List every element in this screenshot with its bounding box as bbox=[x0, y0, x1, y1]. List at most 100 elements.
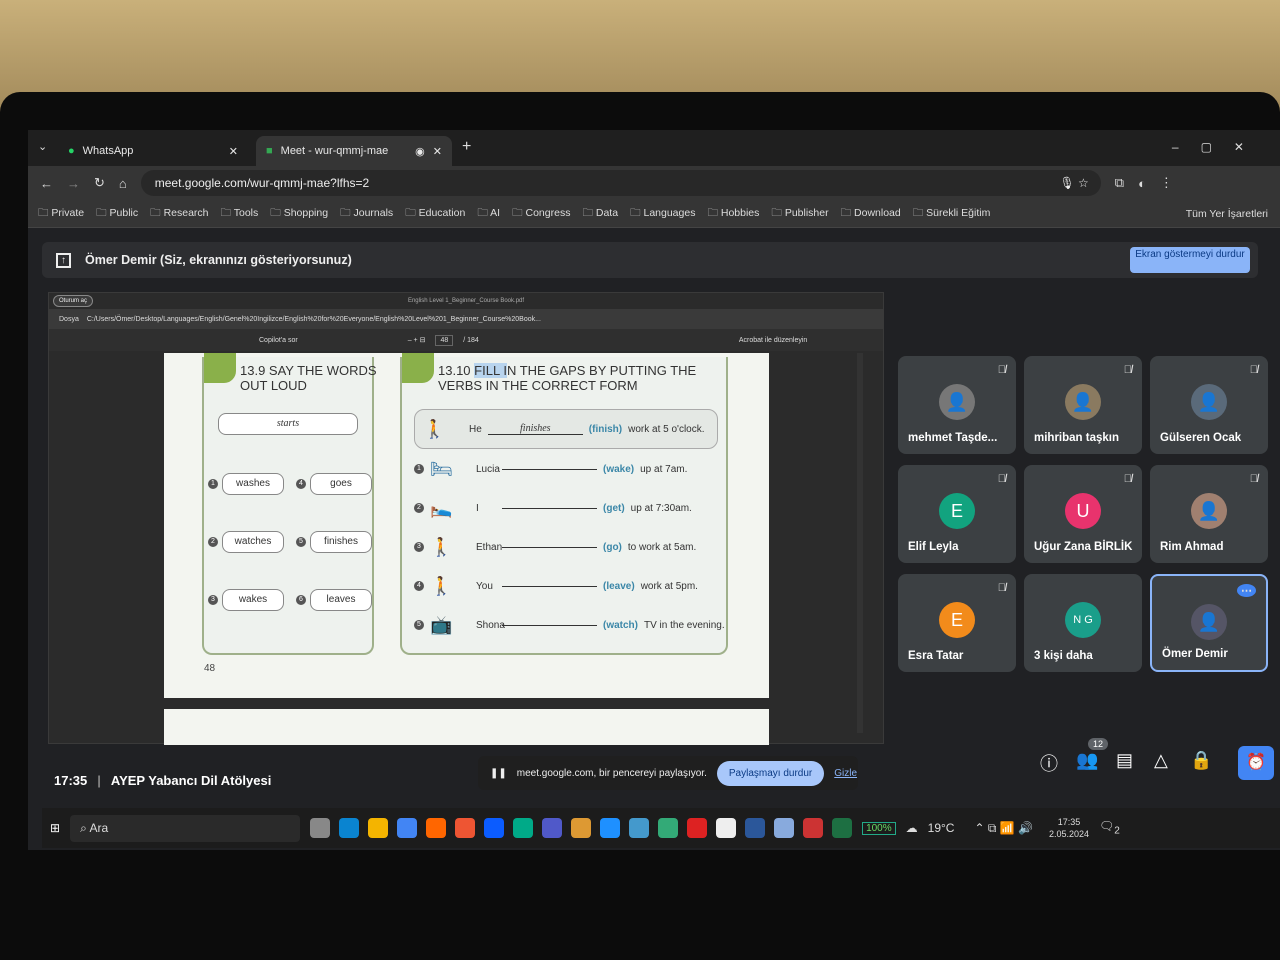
taskbar-app-icon[interactable] bbox=[774, 818, 795, 838]
bookmark-folder[interactable]: Languages bbox=[630, 205, 695, 223]
participant-tile[interactable]: 👤 ⋯ Ömer Demir bbox=[1150, 574, 1268, 672]
home-icon[interactable]: ⌂ bbox=[119, 176, 127, 191]
url-input[interactable]: meet.google.com/wur-qmmj-mae?lfhs=2 🎙 ☆ bbox=[140, 170, 1101, 196]
taskbar-app-icon[interactable] bbox=[745, 818, 766, 838]
info-icon[interactable]: ⓘ bbox=[1040, 750, 1058, 776]
tab-search-icon[interactable]: ⌄ bbox=[38, 140, 47, 153]
bookmark-folder[interactable]: AI bbox=[477, 205, 500, 223]
chat-icon[interactable]: ▤ bbox=[1116, 750, 1133, 771]
close-icon[interactable]: ✕ bbox=[229, 145, 238, 158]
participant-tile[interactable]: E 🎙̸ Elif Leyla bbox=[898, 465, 1016, 563]
taskbar-app-icon[interactable] bbox=[803, 818, 824, 838]
word-bubble: leaves bbox=[310, 589, 372, 611]
participant-tile[interactable]: U 🎙̸ Uğur Zana BİRLİK bbox=[1024, 465, 1142, 563]
pdf-path[interactable]: C:/Users/Ömer/Desktop/Languages/English/… bbox=[87, 316, 541, 323]
bookmark-folder[interactable]: Publisher bbox=[771, 205, 829, 223]
hide-button[interactable]: Gizle bbox=[834, 768, 857, 779]
people-icon[interactable]: 👥 bbox=[1076, 750, 1098, 771]
close-icon[interactable]: ✕ bbox=[433, 145, 442, 158]
all-bookmarks[interactable]: Tüm Yer İşaretleri bbox=[1186, 208, 1268, 220]
page-number: 48 bbox=[204, 663, 216, 674]
bookmark-folder[interactable]: Shopping bbox=[270, 205, 328, 223]
tab-meet[interactable]: ■ Meet - wur-qmmj-mae ◉ ✕ bbox=[256, 136, 452, 166]
bookmark-folder[interactable]: Tools bbox=[221, 205, 259, 223]
new-tab-button[interactable]: + bbox=[462, 138, 471, 156]
item-number: 1 bbox=[208, 479, 218, 489]
participant-tile[interactable]: 👤 🎙̸ Gülseren Ocak bbox=[1150, 356, 1268, 454]
sharing-text: meet.google.com, bir pencereyi paylaşıyo… bbox=[516, 767, 707, 779]
bookmark-folder[interactable]: Public bbox=[96, 205, 139, 223]
word-bubble: washes bbox=[222, 473, 284, 495]
more-options-icon[interactable]: ⋯ bbox=[1237, 584, 1256, 597]
taskbar-app-icon[interactable] bbox=[542, 818, 563, 838]
participant-name: Rim Ahmad bbox=[1160, 541, 1224, 553]
bookmark-folder[interactable]: Research bbox=[150, 205, 209, 223]
verb: (watch) bbox=[603, 619, 638, 631]
extensions-icon[interactable]: ⧉ bbox=[1115, 175, 1124, 191]
taskbar-app-icon[interactable] bbox=[484, 818, 505, 838]
zoom-controls[interactable]: – + ⊟ bbox=[408, 336, 426, 344]
clock[interactable]: 17:35 2.05.2024 bbox=[1049, 816, 1089, 840]
notification-icon[interactable]: 🗨2 bbox=[1099, 819, 1120, 836]
bookmark-folder[interactable]: Data bbox=[582, 205, 618, 223]
bookmark-folder[interactable]: Education bbox=[405, 205, 466, 223]
menu-icon[interactable]: ⋮ bbox=[1160, 175, 1173, 191]
verb: (wake) bbox=[603, 463, 635, 475]
bookmark-folder[interactable]: Congress bbox=[512, 205, 571, 223]
taskbar-app-icon[interactable] bbox=[455, 818, 476, 838]
stop-sharing-button[interactable]: Paylaşmayı durdur bbox=[716, 760, 825, 786]
timer-icon[interactable]: ⏰ bbox=[1238, 746, 1274, 780]
illustration-icon: 🛌 bbox=[430, 498, 453, 518]
participant-tile[interactable]: 👤 🎙̸ mihriban taşkın bbox=[1024, 356, 1142, 454]
rest: work at 5 o'clock. bbox=[628, 423, 705, 435]
bookmark-folder[interactable]: Journals bbox=[340, 205, 393, 223]
taskbar-app-icon[interactable] bbox=[368, 818, 389, 838]
answer-blank[interactable] bbox=[502, 507, 597, 509]
answer-blank[interactable] bbox=[502, 624, 597, 626]
windows-start-icon[interactable]: ⊞ bbox=[50, 821, 60, 835]
acrobat-edit-button[interactable]: Acrobat ile düzenleyin bbox=[739, 337, 808, 344]
forward-icon[interactable]: → bbox=[67, 176, 80, 191]
page-input[interactable]: 48 bbox=[435, 334, 454, 346]
scrollbar[interactable] bbox=[857, 353, 863, 733]
taskbar-app-icon[interactable] bbox=[658, 818, 679, 838]
taskbar-app-icon[interactable] bbox=[310, 818, 331, 838]
participant-tile[interactable]: N G 3 kişi daha bbox=[1024, 574, 1142, 672]
participant-tile[interactable]: E 🎙̸ Esra Tatar bbox=[898, 574, 1016, 672]
participant-tile[interactable]: 👤 🎙̸ mehmet Taşde... bbox=[898, 356, 1016, 454]
taskbar-app-icon[interactable] bbox=[629, 818, 650, 838]
taskbar-app-icon[interactable] bbox=[832, 818, 853, 838]
activities-icon[interactable]: △ bbox=[1154, 750, 1168, 771]
mic-star-icons[interactable]: 🎙 ☆ bbox=[1059, 176, 1088, 190]
reload-icon[interactable]: ↻ bbox=[94, 175, 105, 191]
bookmark-folder[interactable]: Sürekli Eğitim bbox=[913, 205, 990, 223]
example-bubble: starts bbox=[218, 413, 358, 435]
bookmark-folder[interactable]: Hobbies bbox=[707, 205, 760, 223]
participant-tile[interactable]: 👤 🎙̸ Rim Ahmad bbox=[1150, 465, 1268, 563]
profile-sign-in-button[interactable]: Oturum aç bbox=[53, 295, 94, 307]
profile-avatar[interactable]: ◐ bbox=[1138, 176, 1146, 191]
stop-presenting-button[interactable]: Ekran göstermeyi durdur bbox=[1130, 247, 1250, 273]
back-icon[interactable]: ← bbox=[40, 176, 53, 191]
taskbar-app-icon[interactable] bbox=[687, 818, 708, 838]
taskbar-app-icon[interactable] bbox=[571, 818, 592, 838]
taskbar-app-icon[interactable] bbox=[716, 818, 737, 838]
taskbar-app-icon[interactable] bbox=[426, 818, 447, 838]
host-controls-icon[interactable]: 🔒 bbox=[1190, 750, 1212, 771]
system-tray-icons[interactable]: ⌃ ⧉ 📶 🔊 bbox=[974, 821, 1033, 836]
taskbar-app-icon[interactable] bbox=[513, 818, 534, 838]
copilot-button[interactable]: Copilot'a sor bbox=[259, 337, 298, 344]
answer-blank[interactable] bbox=[502, 546, 597, 548]
window-controls[interactable]: –▢✕ bbox=[1172, 140, 1266, 154]
answer-blank[interactable] bbox=[502, 468, 597, 470]
tab-whatsapp[interactable]: ● WhatsApp ✕ bbox=[58, 136, 248, 166]
taskbar-app-icon[interactable] bbox=[600, 818, 621, 838]
bookmark-folder[interactable]: Private bbox=[38, 205, 84, 223]
taskbar-app-icon[interactable] bbox=[339, 818, 360, 838]
clock-time: 17:35 bbox=[1057, 817, 1081, 827]
answer-blank[interactable] bbox=[502, 585, 597, 587]
taskbar-app-icon[interactable] bbox=[397, 818, 418, 838]
weather-temp[interactable]: 19°C bbox=[928, 821, 955, 835]
taskbar-search[interactable]: ⌕ Ara bbox=[70, 814, 301, 842]
bookmark-folder[interactable]: Download bbox=[841, 205, 901, 223]
